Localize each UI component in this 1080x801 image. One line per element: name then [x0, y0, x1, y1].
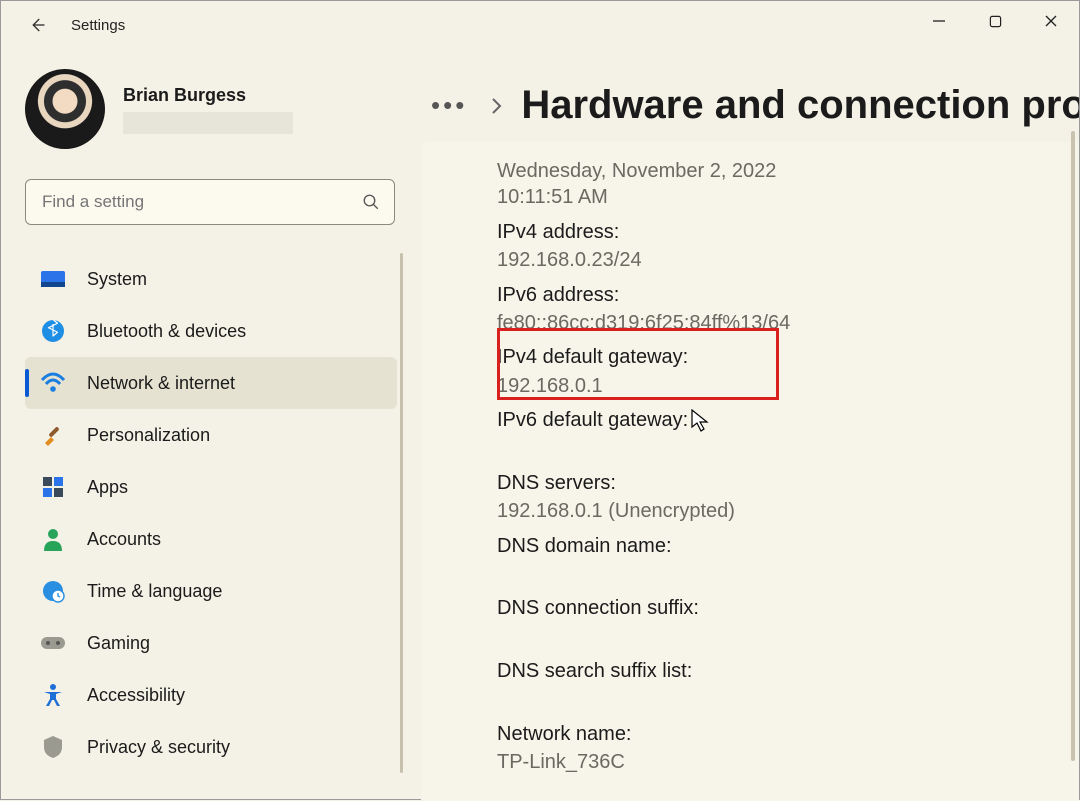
user-email-redacted [123, 112, 293, 134]
sidebar-item-label: Apps [87, 477, 128, 498]
sidebar-item-bluetooth[interactable]: Bluetooth & devices [25, 305, 397, 357]
dns-servers-value: 192.168.0.1 (Unencrypted) [497, 498, 1079, 524]
dns-conn-suffix-value [497, 624, 1079, 650]
sidebar-item-apps[interactable]: Apps [25, 461, 397, 513]
close-button[interactable] [1023, 1, 1079, 41]
arrow-left-icon [28, 16, 46, 34]
search-icon [362, 193, 380, 211]
breadcrumb-overflow-button[interactable]: ••• [427, 90, 471, 121]
close-icon [1044, 14, 1058, 28]
accessibility-icon [39, 681, 67, 709]
sidebar-item-network[interactable]: Network & internet [25, 357, 397, 409]
detail-timestamp-time: 10:11:51 AM [497, 184, 1079, 210]
avatar[interactable] [25, 69, 105, 149]
sidebar-item-accounts[interactable]: Accounts [25, 513, 397, 565]
paintbrush-icon [39, 421, 67, 449]
wifi-icon [39, 369, 67, 397]
sidebar-item-time-language[interactable]: Time & language [25, 565, 397, 617]
network-name-value: TP-Link_736C [497, 749, 1079, 775]
dns-domain-label: DNS domain name: [497, 533, 1079, 559]
sidebar-item-label: Accessibility [87, 685, 185, 706]
system-icon [39, 265, 67, 293]
ipv6-gateway-label: IPv6 default gateway: [497, 407, 1079, 433]
back-button[interactable] [21, 9, 53, 41]
person-icon [39, 525, 67, 553]
dns-search-suffix-label: DNS search suffix list: [497, 658, 1079, 684]
sidebar-item-privacy[interactable]: Privacy & security [25, 721, 397, 773]
content-scrollbar[interactable] [1071, 131, 1075, 761]
minimize-button[interactable] [911, 1, 967, 41]
gamepad-icon [39, 629, 67, 657]
sidebar-item-label: Privacy & security [87, 737, 230, 758]
details-panel: Wednesday, November 2, 2022 10:11:51 AM … [421, 142, 1079, 801]
sidebar-scrollbar[interactable] [400, 253, 403, 773]
ipv6-address-label: IPv6 address: [497, 282, 1079, 308]
ipv4-gateway-value: 192.168.0.1 [497, 373, 1079, 399]
minimize-icon [932, 14, 946, 28]
sidebar-item-label: Time & language [87, 581, 222, 602]
ipv6-address-value: fe80::86cc:d319:6f25:84ff%13/64 [497, 310, 1079, 336]
sidebar-item-label: Personalization [87, 425, 210, 446]
search-input[interactable] [40, 191, 362, 213]
sidebar-item-label: Bluetooth & devices [87, 321, 246, 342]
sidebar-item-label: System [87, 269, 147, 290]
ipv6-gateway-value [497, 436, 1079, 462]
ipv4-gateway-label: IPv4 default gateway: [497, 344, 1079, 370]
maximize-icon [989, 15, 1002, 28]
sidebar-item-personalization[interactable]: Personalization [25, 409, 397, 461]
page-title: Hardware and connection pro [521, 83, 1079, 128]
detail-timestamp-date: Wednesday, November 2, 2022 [497, 158, 1079, 184]
dns-servers-label: DNS servers: [497, 470, 1079, 496]
maximize-button[interactable] [967, 1, 1023, 41]
network-name-label: Network name: [497, 721, 1079, 747]
apps-icon [39, 473, 67, 501]
sidebar-item-accessibility[interactable]: Accessibility [25, 669, 397, 721]
user-name: Brian Burgess [123, 85, 293, 106]
search-box[interactable] [25, 179, 395, 225]
sidebar-item-label: Accounts [87, 529, 161, 550]
globe-clock-icon [39, 577, 67, 605]
dns-conn-suffix-label: DNS connection suffix: [497, 595, 1079, 621]
bluetooth-icon [39, 317, 67, 345]
ipv4-address-value: 192.168.0.23/24 [497, 247, 1079, 273]
sidebar-item-system[interactable]: System [25, 253, 397, 305]
sidebar-item-gaming[interactable]: Gaming [25, 617, 397, 669]
sidebar-item-label: Gaming [87, 633, 150, 654]
dns-domain-value [497, 561, 1079, 587]
shield-icon [39, 733, 67, 761]
dns-search-suffix-value [497, 687, 1079, 713]
chevron-right-icon [489, 96, 503, 116]
sidebar-item-label: Network & internet [87, 373, 235, 394]
ipv4-address-label: IPv4 address: [497, 219, 1079, 245]
app-title: Settings [71, 17, 125, 34]
